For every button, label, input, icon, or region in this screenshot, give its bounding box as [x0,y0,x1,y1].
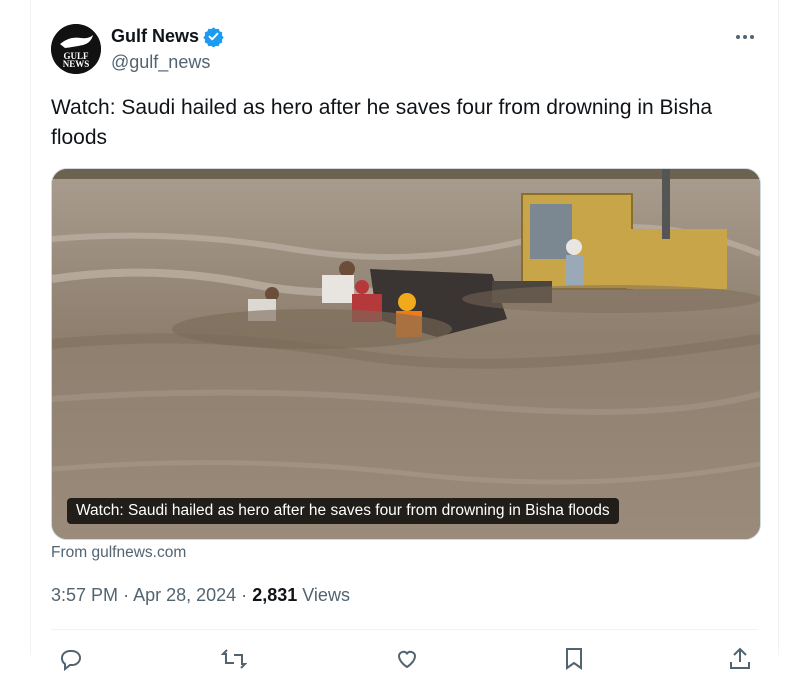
views-label: Views [302,585,350,605]
avatar[interactable]: GULF NEWS [51,24,101,74]
tweet-text: Watch: Saudi hailed as hero after he sav… [51,96,713,149]
meta-separator: · [241,585,248,605]
tweet-time[interactable]: 3:57 PM [51,585,118,605]
action-bar [51,640,758,672]
name-row: Gulf News [111,26,224,48]
tweet-card[interactable]: GULF NEWS Gulf News @gulf_news Watch: Sa… [30,0,779,672]
meta-separator: · [123,585,130,605]
video-caption: Watch: Saudi hailed as hero after he sav… [67,498,619,524]
account-handle[interactable]: @gulf_news [111,52,210,73]
like-icon[interactable] [394,646,420,672]
tweet-meta: 3:57 PM · Apr 28, 2024 · 2,831 Views [51,585,350,606]
link-source[interactable]: From gulfnews.com [51,544,186,562]
tweet-date[interactable]: Apr 28, 2024 [133,585,236,605]
reply-icon[interactable] [57,646,83,672]
divider [51,629,758,630]
bookmark-icon[interactable] [561,646,587,672]
verified-badge-icon [203,26,224,48]
views-count: 2,831 [252,585,298,605]
video-player[interactable]: Watch: Saudi hailed as hero after he sav… [51,168,761,540]
svg-text:NEWS: NEWS [63,59,90,69]
flood-scene-image [52,169,760,539]
retweet-icon[interactable] [220,646,248,672]
share-icon[interactable] [727,646,753,672]
display-name[interactable]: Gulf News [111,26,199,47]
more-options-icon[interactable] [734,26,756,48]
